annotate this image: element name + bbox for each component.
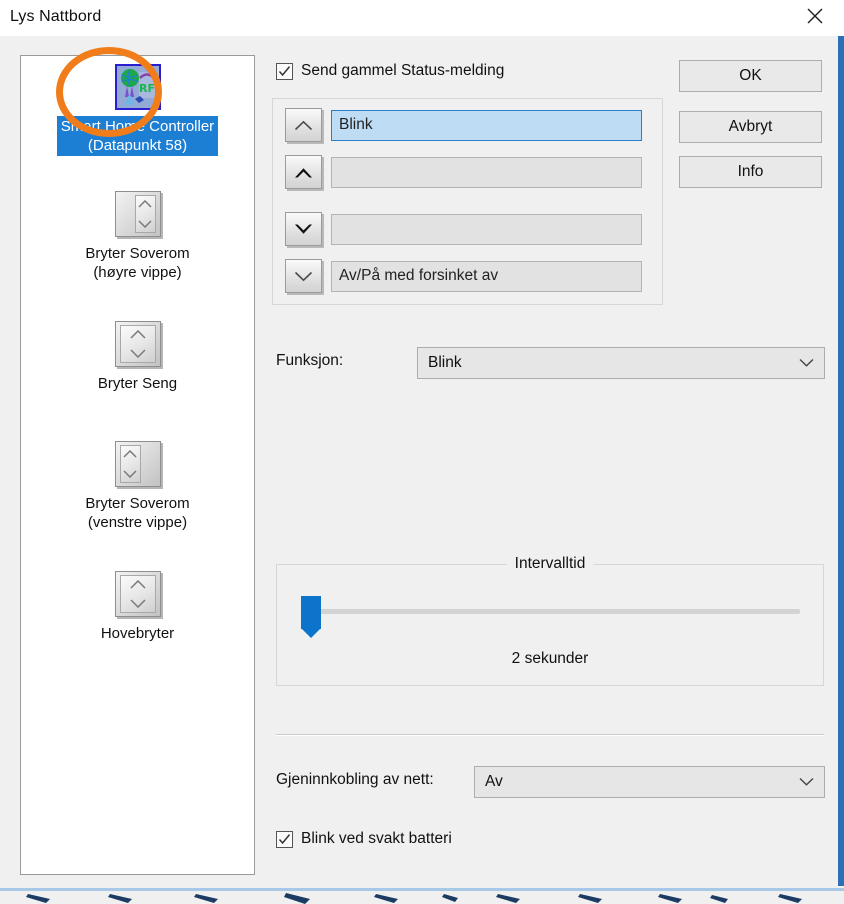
- dialog-window: Lys Nattbord RF Smart Home Controller (D…: [0, 0, 838, 886]
- rocker-switch-full-icon: [114, 321, 162, 369]
- rocker-switch-right-icon: [114, 191, 162, 239]
- command-row[interactable]: Blink: [285, 107, 642, 143]
- send-old-status-checkbox[interactable]: Send gammel Status-melding: [276, 62, 504, 80]
- cancel-button[interactable]: Avbryt: [679, 111, 822, 143]
- command-value-field[interactable]: [331, 156, 642, 188]
- title-bar: Lys Nattbord: [0, 0, 838, 36]
- separator: [276, 734, 824, 736]
- rocker-switch-left-icon: [114, 441, 162, 489]
- chevron-up-bold-icon[interactable]: [285, 155, 322, 189]
- chevron-down-icon: [799, 773, 814, 791]
- background-window-right-sliver: [838, 0, 844, 904]
- device-list[interactable]: RF Smart Home Controller (Datapunkt 58): [20, 55, 255, 875]
- list-item-label: Bryter Soverom (høyre vippe): [85, 245, 190, 281]
- reconnect-select[interactable]: Av: [474, 766, 825, 798]
- command-value-field[interactable]: [331, 213, 642, 245]
- svg-text:RF: RF: [139, 82, 155, 95]
- chevron-down-icon: [799, 354, 814, 372]
- ok-button[interactable]: OK: [679, 60, 822, 92]
- close-icon[interactable]: [792, 0, 838, 32]
- chevron-up-thin-icon[interactable]: [285, 108, 322, 142]
- rocker-switch-full-icon: [114, 571, 162, 619]
- chevron-down-bold-icon[interactable]: [285, 212, 322, 246]
- checkbox-checked-icon: [276, 62, 293, 80]
- interval-slider-track[interactable]: [302, 609, 800, 614]
- interval-group: Intervalltid 2 sekunder: [276, 555, 824, 686]
- list-item[interactable]: Hovebryter: [21, 571, 254, 644]
- function-select[interactable]: Blink: [417, 347, 825, 379]
- chevron-down-thin-icon[interactable]: [285, 259, 322, 293]
- bottom-partial-glyphs: [26, 893, 802, 904]
- command-row[interactable]: [285, 154, 642, 190]
- info-button[interactable]: Info: [679, 156, 822, 188]
- interval-group-legend: Intervalltid: [506, 555, 594, 573]
- command-group: Blink Av/På med forsinket av: [272, 98, 663, 305]
- list-item[interactable]: RF Smart Home Controller (Datapunkt 58): [21, 64, 254, 156]
- command-row[interactable]: Av/På med forsinket av: [285, 258, 642, 294]
- function-select-value: Blink: [428, 354, 462, 371]
- list-item[interactable]: Bryter Seng: [21, 321, 254, 394]
- smart-home-controller-icon: RF: [114, 64, 162, 112]
- low-battery-blink-label: Blink ved svakt batteri: [301, 830, 452, 847]
- send-old-status-label: Send gammel Status-melding: [301, 62, 505, 79]
- interval-value-label: 2 sekunder: [511, 650, 589, 667]
- reconnect-label: Gjeninnkobling av nett:: [276, 771, 434, 788]
- low-battery-blink-checkbox[interactable]: Blink ved svakt batteri: [276, 830, 452, 848]
- window-title: Lys Nattbord: [10, 8, 102, 25]
- checkbox-checked-icon: [276, 830, 293, 848]
- list-item[interactable]: Bryter Soverom (høyre vippe): [21, 191, 254, 283]
- reconnect-select-value: Av: [485, 773, 503, 790]
- list-item-label: Bryter Seng: [97, 375, 178, 392]
- command-value-field[interactable]: Blink: [331, 109, 642, 141]
- list-item-label: Bryter Soverom (venstre vippe): [85, 495, 190, 531]
- background-window-bottom-strip: [0, 886, 844, 904]
- list-item-label: Smart Home Controller (Datapunkt 58): [56, 116, 219, 156]
- list-item[interactable]: Bryter Soverom (venstre vippe): [21, 441, 254, 533]
- list-item-label: Hovebryter: [100, 625, 175, 642]
- command-row[interactable]: [285, 211, 642, 247]
- function-label: Funksjon:: [276, 352, 344, 369]
- command-value-field[interactable]: Av/På med forsinket av: [331, 260, 642, 292]
- interval-slider-thumb[interactable]: [301, 596, 321, 638]
